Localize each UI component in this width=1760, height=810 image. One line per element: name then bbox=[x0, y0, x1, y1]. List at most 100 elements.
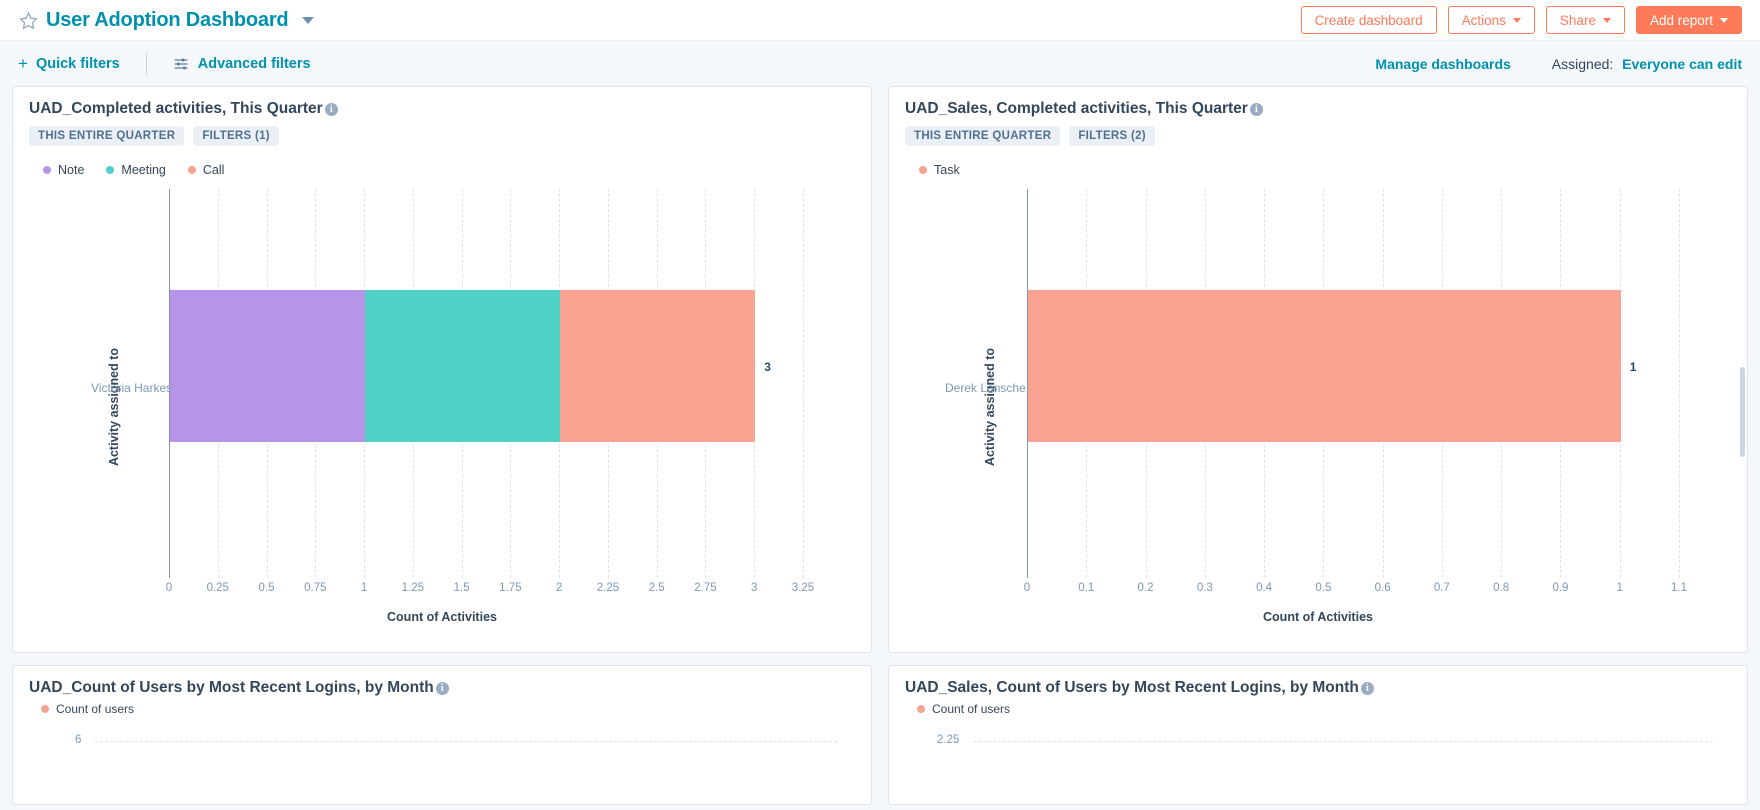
advanced-filters-label: Advanced filters bbox=[198, 56, 311, 72]
bar-total-label: 1 bbox=[1630, 360, 1637, 374]
top-bar: User Adoption Dashboard Create dashboard… bbox=[0, 0, 1760, 41]
chart-area: 2.25 bbox=[905, 734, 1731, 774]
legend-label-count-of-users: Count of users bbox=[932, 702, 1010, 716]
legend-label-meeting: Meeting bbox=[121, 163, 165, 177]
plus-icon: + bbox=[18, 55, 28, 72]
x-tick-label: 0 bbox=[1024, 582, 1030, 594]
info-icon[interactable]: i bbox=[325, 103, 338, 116]
gridline bbox=[973, 741, 1713, 742]
card-title: UAD_Count of Users by Most Recent Logins… bbox=[29, 679, 449, 697]
card-title: UAD_Completed activities, This Quarter i bbox=[29, 100, 338, 118]
plot-region: 3 bbox=[169, 189, 803, 578]
bar-row[interactable] bbox=[170, 290, 755, 442]
category-label-0: Derek Lansche bbox=[945, 381, 1026, 395]
legend-label-note: Note bbox=[58, 163, 84, 177]
share-chevron-down-icon bbox=[1603, 18, 1611, 23]
share-button[interactable]: Share bbox=[1546, 6, 1625, 34]
x-tick-label: 0.9 bbox=[1552, 582, 1568, 594]
info-icon[interactable]: i bbox=[1250, 103, 1263, 116]
y-tick-0: 6 bbox=[75, 734, 81, 746]
scrollbar-thumb[interactable] bbox=[1740, 367, 1745, 457]
chip-date-range: THIS ENTIRE QUARTER bbox=[29, 126, 184, 146]
chip-date-range: THIS ENTIRE QUARTER bbox=[905, 126, 1060, 146]
bar-total-label: 3 bbox=[764, 360, 771, 374]
page-title: User Adoption Dashboard bbox=[46, 9, 288, 32]
info-icon[interactable]: i bbox=[1361, 682, 1374, 695]
legend-dot-task bbox=[919, 166, 927, 174]
actions-button[interactable]: Actions bbox=[1448, 6, 1535, 34]
card-title-text: UAD_Sales, Completed activities, This Qu… bbox=[905, 100, 1248, 118]
chart-legend: Count of users bbox=[29, 702, 855, 716]
x-tick-label: 0.4 bbox=[1256, 582, 1272, 594]
y-axis-title: Activity assigned to bbox=[983, 347, 997, 465]
card-chips: THIS ENTIRE QUARTER FILTERS (2) bbox=[905, 126, 1731, 146]
card-title-text: UAD_Completed activities, This Quarter bbox=[29, 100, 323, 118]
sliders-icon bbox=[173, 56, 189, 72]
card-uad-sales-completed-activities: UAD_Sales, Completed activities, This Qu… bbox=[888, 86, 1748, 653]
create-dashboard-button[interactable]: Create dashboard bbox=[1301, 6, 1437, 34]
card-title: UAD_Sales, Completed activities, This Qu… bbox=[905, 100, 1263, 118]
x-axis-title: Count of Activities bbox=[387, 610, 497, 624]
advanced-filters-button[interactable]: Advanced filters bbox=[173, 56, 311, 72]
y-axis-title: Activity assigned to bbox=[107, 347, 121, 465]
legend-label-task: Task bbox=[934, 163, 960, 177]
assigned-section: Assigned: Everyone can edit bbox=[1552, 56, 1742, 72]
x-tick-label: 0.5 bbox=[259, 582, 275, 594]
bar-row[interactable] bbox=[1028, 290, 1621, 442]
chart-legend: Task bbox=[905, 163, 1731, 177]
legend-item-call[interactable]: Call bbox=[188, 163, 225, 177]
card-title: UAD_Sales, Count of Users by Most Recent… bbox=[905, 679, 1374, 697]
bar-segment-meeting[interactable] bbox=[365, 290, 560, 442]
quick-filters-button[interactable]: + Quick filters bbox=[18, 55, 120, 72]
x-tick-label: 1.75 bbox=[499, 582, 521, 594]
chart-legend: Count of users bbox=[905, 702, 1731, 716]
legend-dot-count-of-users bbox=[41, 705, 49, 713]
legend-item-task[interactable]: Task bbox=[919, 163, 960, 177]
category-label-0: Victoria Harkes bbox=[91, 381, 172, 395]
legend-label-call: Call bbox=[203, 163, 225, 177]
x-axis-title: Count of Activities bbox=[1263, 610, 1373, 624]
x-tick-label: 2.25 bbox=[597, 582, 619, 594]
actions-label: Actions bbox=[1462, 13, 1506, 28]
x-tick-label: 0.25 bbox=[207, 582, 229, 594]
legend-dot-meeting bbox=[106, 166, 114, 174]
x-tick-label: 0.7 bbox=[1434, 582, 1450, 594]
favorite-star-icon[interactable] bbox=[18, 10, 38, 30]
chart-area: 6 bbox=[29, 734, 855, 774]
card-title-text: UAD_Count of Users by Most Recent Logins… bbox=[29, 679, 434, 697]
x-tick-label: 1.25 bbox=[402, 582, 424, 594]
gridline bbox=[95, 741, 837, 742]
x-tick-label: 3.25 bbox=[792, 582, 814, 594]
card-uad-sales-count-of-users-logins: UAD_Sales, Count of Users by Most Recent… bbox=[888, 665, 1748, 805]
assigned-label: Assigned: bbox=[1552, 56, 1613, 72]
chip-filters: FILTERS (2) bbox=[1069, 126, 1155, 146]
bar-segment-call[interactable] bbox=[560, 290, 755, 442]
x-tick-label: 0.8 bbox=[1493, 582, 1509, 594]
dashboard-chevron-down-icon[interactable] bbox=[302, 17, 314, 24]
card-uad-count-of-users-logins: UAD_Count of Users by Most Recent Logins… bbox=[12, 665, 872, 805]
manage-dashboards-link[interactable]: Manage dashboards bbox=[1375, 56, 1510, 72]
gridline bbox=[803, 189, 804, 578]
assigned-value[interactable]: Everyone can edit bbox=[1622, 56, 1742, 72]
legend-dot-count-of-users bbox=[917, 705, 925, 713]
legend-item-count-of-users[interactable]: Count of users bbox=[917, 702, 1010, 716]
x-tick-label: 0.75 bbox=[304, 582, 326, 594]
legend-item-note[interactable]: Note bbox=[43, 163, 84, 177]
x-tick-label: 1.1 bbox=[1671, 582, 1687, 594]
bar-segment-task[interactable] bbox=[1028, 290, 1621, 442]
x-tick-label: 1 bbox=[361, 582, 367, 594]
legend-dot-call bbox=[188, 166, 196, 174]
chart-area: Activity assigned to Victoria Harkes 3 0… bbox=[29, 189, 855, 624]
legend-item-meeting[interactable]: Meeting bbox=[106, 163, 165, 177]
x-tick-label: 0.3 bbox=[1197, 582, 1213, 594]
dashboard-grid: UAD_Completed activities, This Quarter i… bbox=[0, 86, 1760, 805]
legend-dot-note bbox=[43, 166, 51, 174]
plot-region: 1 bbox=[1027, 189, 1679, 578]
add-report-button[interactable]: Add report bbox=[1636, 6, 1742, 34]
info-icon[interactable]: i bbox=[436, 682, 449, 695]
quick-filters-label: Quick filters bbox=[36, 56, 120, 72]
card-title-text: UAD_Sales, Count of Users by Most Recent… bbox=[905, 679, 1359, 697]
bar-segment-note[interactable] bbox=[170, 290, 365, 442]
legend-item-count-of-users[interactable]: Count of users bbox=[41, 702, 134, 716]
x-tick-label: 2 bbox=[556, 582, 562, 594]
